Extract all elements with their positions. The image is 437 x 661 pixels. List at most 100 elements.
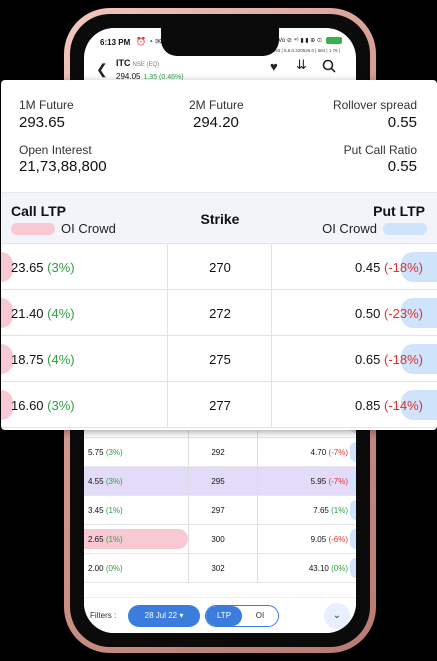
back-arrow-icon[interactable]: ❮ <box>96 61 108 78</box>
column-divider <box>167 290 168 335</box>
put-change-value: (0%) <box>331 564 348 573</box>
zoom-chain-row[interactable]: 16.60 (3%) 277 0.85 (-14%) <box>1 382 437 428</box>
put-ltp-value: 0.50 <box>355 306 381 321</box>
call-ltp-cell: 4.55 (3%) <box>88 477 123 486</box>
column-divider <box>271 382 272 427</box>
stock-exchange: NSE (EQ) <box>132 62 160 68</box>
filter-bar: Filters : 28 Jul 22 ▾ LTP OI ⌄ <box>84 597 356 633</box>
put-ltp-cell: 7.65 (1%) <box>313 506 348 515</box>
column-divider <box>188 496 189 524</box>
column-divider <box>271 336 272 381</box>
rollover-spread-value: 0.55 <box>387 114 417 131</box>
call-ltp-value: 18.75 <box>11 352 44 367</box>
put-ltp-cell: 0.65 (-18%) <box>355 352 423 367</box>
call-ltp-cell: 5.75 (3%) <box>88 448 123 457</box>
put-change-value: (1%) <box>331 506 348 515</box>
call-ltp-cell: 3.45 (1%) <box>88 506 123 515</box>
stock-symbol: ITC NSE (EQ) <box>116 58 159 68</box>
chain-row[interactable]: 4.55 (3%) 295 5.95 (-7%) <box>84 467 356 496</box>
rollover-spread-label: Rollover spread <box>332 98 417 112</box>
call-ltp-value: 5.75 <box>88 448 104 457</box>
chain-row[interactable]: 3.45 (1%) 297 7.65 (1%) <box>84 496 356 525</box>
open-interest-value: 21,73,88,800 <box>19 158 107 175</box>
call-change-value: (3%) <box>47 398 75 413</box>
column-divider <box>257 525 258 553</box>
column-divider <box>167 244 168 289</box>
zoom-chain-row[interactable]: 21.40 (4%) 272 0.50 (-23%) <box>1 290 437 336</box>
call-ltp-cell: 18.75 (4%) <box>11 352 75 367</box>
open-interest-label: Open Interest <box>19 143 92 157</box>
promo-stage: 6:13 PM ⏰ ◔ ✉ ⧈ ⛶ 0.00 Vo ⊘ ⁴⁶ ▮ ▮ ⊕ ⊙ 0… <box>0 0 437 661</box>
chevron-down-icon[interactable]: ⌄ <box>324 603 350 629</box>
put-change-value: (-18%) <box>383 260 423 275</box>
strike-cell: 300 <box>211 535 225 544</box>
column-divider <box>167 382 168 427</box>
put-oi-bar <box>350 471 356 491</box>
put-change-value: (-18%) <box>383 352 423 367</box>
put-oi-bar <box>350 558 356 578</box>
call-ltp-cell: 21.40 (4%) <box>11 306 75 321</box>
chain-row[interactable]: 2.65 (1%) 300 9.05 (-6%) <box>84 525 356 554</box>
column-divider <box>257 467 258 495</box>
put-oi-bar <box>350 529 356 549</box>
strike-cell: 272 <box>209 306 231 321</box>
futures-stats: 1M Future 293.65 2M Future 294.20 Rollov… <box>1 80 437 192</box>
strike-cell: 292 <box>211 448 225 457</box>
strike-cell: 270 <box>209 260 231 275</box>
call-change-value: (1%) <box>105 535 123 544</box>
expiry-date-text: 28 Jul 22 <box>144 611 178 620</box>
put-ltp-cell: 9.05 (-6%) <box>311 535 348 544</box>
call-change-value: (3%) <box>105 477 123 486</box>
put-ltp-value: 43.10 <box>308 564 329 573</box>
ltp-toggle-option[interactable]: LTP <box>206 606 242 626</box>
call-ltp-cell: 2.00 (0%) <box>88 564 123 573</box>
camera-notch <box>161 28 279 56</box>
put-ltp-value: 5.95 <box>310 477 327 486</box>
call-ltp-value: 16.60 <box>11 398 44 413</box>
search-icon[interactable] <box>322 59 336 76</box>
put-ltp-value: 4.70 <box>310 448 327 457</box>
call-change-value: (4%) <box>47 306 75 321</box>
call-ltp-value: 21.40 <box>11 306 44 321</box>
column-divider <box>167 336 168 381</box>
future-2m-value: 294.20 <box>193 114 239 131</box>
chain-row[interactable]: 5.75 (3%) 292 4.70 (-7%) <box>84 438 356 467</box>
future-2m-label: 2M Future <box>189 98 244 112</box>
call-ltp-cell: 2.65 (1%) <box>88 535 123 544</box>
strike-cell: 302 <box>211 564 225 573</box>
put-ltp-cell: 0.85 (-14%) <box>355 398 423 413</box>
call-ltp-cell: 23.65 (3%) <box>11 260 75 275</box>
chain-row[interactable]: 2.00 (0%) 302 43.10 (0%) <box>84 554 356 583</box>
future-1m-label: 1M Future <box>19 98 74 112</box>
filters-label: Filters : <box>90 611 117 620</box>
expiry-date-dropdown[interactable]: 28 Jul 22 ▾ <box>128 605 200 627</box>
zoom-chain-row[interactable]: 23.65 (3%) 270 0.45 (-18%) <box>1 244 437 290</box>
heart-icon[interactable]: ♥ <box>270 59 278 74</box>
double-chevron-down-icon[interactable]: ⇊ <box>296 57 307 73</box>
call-change-value: (3%) <box>105 448 123 457</box>
strike-cell: 295 <box>211 477 225 486</box>
call-oi-legend-swatch <box>11 223 55 235</box>
put-oi-bar <box>350 442 356 462</box>
strike-cell: 297 <box>211 506 225 515</box>
put-change-value: (-7%) <box>328 448 348 457</box>
column-divider <box>257 496 258 524</box>
put-ltp-value: 7.65 <box>313 506 329 515</box>
column-divider <box>257 438 258 466</box>
call-ltp-value: 2.65 <box>88 535 104 544</box>
put-oi-crowd-label: OI Crowd <box>322 221 377 236</box>
future-1m-value: 293.65 <box>19 114 65 131</box>
column-divider <box>188 525 189 553</box>
strike-cell: 277 <box>209 398 231 413</box>
battery-icon <box>326 37 342 44</box>
oi-toggle-option[interactable]: OI <box>242 606 278 626</box>
put-change-value: (-7%) <box>328 477 348 486</box>
put-ltp-cell: 43.10 (0%) <box>309 564 348 573</box>
put-change-value: (-23%) <box>383 306 423 321</box>
strike-cell: 275 <box>209 352 231 367</box>
zoom-chain-row[interactable]: 18.75 (4%) 275 0.65 (-18%) <box>1 336 437 382</box>
put-ltp-cell: 0.45 (-18%) <box>355 260 423 275</box>
column-divider <box>271 244 272 289</box>
put-ltp-value: 0.65 <box>355 352 381 367</box>
put-ltp-header: Put LTP <box>373 203 425 219</box>
